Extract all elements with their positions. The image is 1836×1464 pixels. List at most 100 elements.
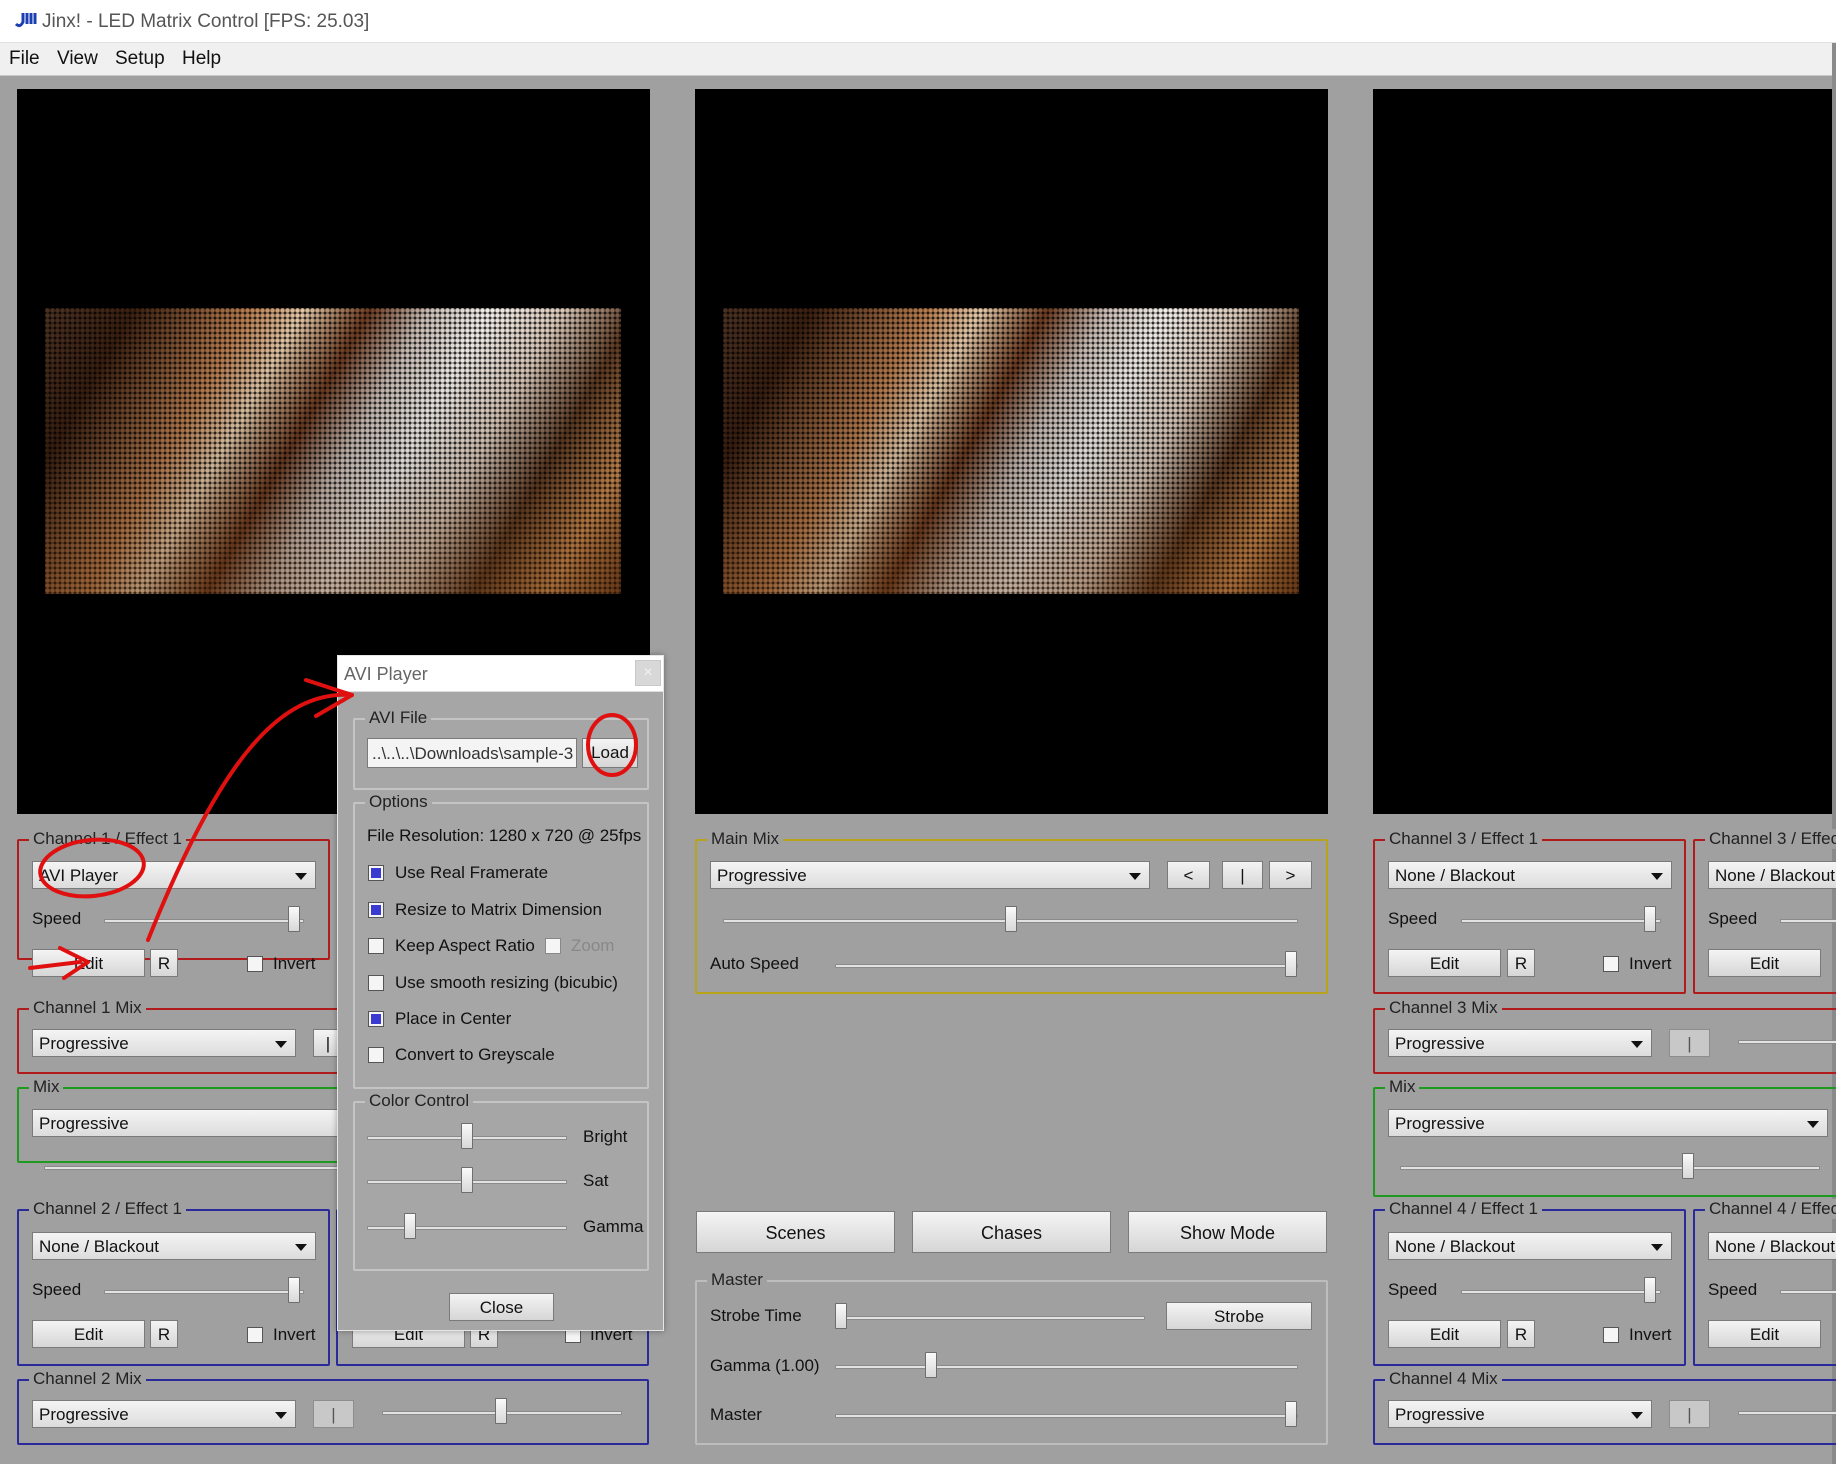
strobe-time-slider[interactable] [835,1316,1145,1320]
pause-button[interactable]: | [1669,1400,1710,1428]
speed-slider-thumb[interactable] [1644,906,1656,932]
channel-4-mix-slider[interactable] [1738,1411,1836,1415]
channel-2-mix-select[interactable]: Progressive [32,1400,296,1428]
close-icon[interactable]: × [635,660,661,686]
channel-3-mix-select[interactable]: Progressive [1388,1029,1652,1057]
smooth-resizing-checkbox[interactable] [368,975,384,991]
sat-slider-thumb[interactable] [461,1167,473,1193]
menu-file[interactable]: File [9,48,40,70]
chevron-down-icon [275,1412,287,1419]
bright-label: Bright [583,1127,628,1146]
channel-4-effect-select[interactable]: None / Blackout [1388,1232,1672,1260]
mix-select[interactable]: Progressive [32,1109,344,1137]
convert-to-greyscale-checkbox[interactable] [368,1047,384,1063]
channel-2-mix-slider-thumb[interactable] [495,1398,507,1424]
gamma-slider-thumb[interactable] [925,1352,937,1378]
master-slider[interactable] [835,1414,1298,1418]
resize-to-matrix-checkbox[interactable] [368,902,384,918]
mix-group-right: Mix [1373,1077,1836,1197]
window-title: Jinx! - LED Matrix Control [FPS: 25.03] [42,11,370,32]
speed-slider[interactable] [1780,1290,1836,1294]
channel-2-effect-select[interactable]: None / Blackout [32,1232,316,1260]
sat-label: Sat [583,1171,609,1190]
main-mix-slider-thumb[interactable] [1005,906,1017,932]
edit-button[interactable]: Edit [1708,1320,1821,1348]
avi-player-dialog: AVI Player × AVI File ..\..\..\Downloads… [337,655,664,1331]
speed-slider[interactable] [1461,919,1661,923]
speed-label: Speed [32,909,82,928]
gamma-slider[interactable] [367,1226,567,1230]
group-legend: AVI File [365,708,432,728]
channel-1-effect-select[interactable]: AVI Player [32,861,316,889]
combo-value: None / Blackout [1715,1237,1836,1256]
speed-slider[interactable] [104,919,304,923]
show-mode-button[interactable]: Show Mode [1128,1211,1327,1253]
mix-slider-right-thumb[interactable] [1682,1153,1694,1179]
group-legend: Color Control [365,1091,474,1111]
master-slider-thumb[interactable] [1285,1401,1297,1427]
bright-slider-thumb[interactable] [461,1123,473,1149]
pause-button[interactable]: | [1669,1029,1710,1057]
strobe-button[interactable]: Strobe [1166,1302,1312,1330]
main-mix-select[interactable]: Progressive [710,861,1150,889]
auto-speed-slider[interactable] [835,964,1298,968]
invert-checkbox[interactable] [247,956,263,972]
combo-value: Progressive [39,1405,129,1424]
speed-label: Speed [32,1280,82,1299]
pause-button[interactable]: | [313,1400,354,1428]
group-legend: Channel 3 Mix [1385,998,1502,1018]
chevron-down-icon [295,1244,307,1251]
menu-setup[interactable]: Setup [115,48,165,70]
invert-checkbox[interactable] [1603,1327,1619,1343]
group-legend: Master [707,1270,767,1290]
group-legend: Channel 2 Mix [29,1369,146,1389]
place-in-center-checkbox[interactable] [368,1011,384,1027]
gamma-slider-thumb[interactable] [404,1213,416,1239]
edit-button[interactable]: Edit [32,949,145,977]
use-real-framerate-checkbox[interactable] [368,865,384,881]
load-button[interactable]: Load [582,738,638,768]
combo-value: None / Blackout [1715,866,1836,885]
edit-button[interactable]: Edit [1388,1320,1501,1348]
edit-button[interactable]: Edit [1708,949,1821,977]
speed-slider[interactable] [1780,919,1836,923]
channel-3-mix-slider[interactable] [1738,1040,1836,1044]
menu-view[interactable]: View [57,48,98,70]
channel-1-mix-select[interactable]: Progressive [32,1029,296,1057]
channel-3-effect-select[interactable]: None / Blackout [1388,861,1672,889]
close-button[interactable]: Close [449,1293,554,1321]
gamma-slider[interactable] [835,1365,1298,1369]
channel-4-effect-2-select[interactable]: None / Blackout [1708,1232,1836,1260]
invert-checkbox[interactable] [1603,956,1619,972]
mix-slider-right[interactable] [1400,1166,1820,1170]
speed-slider-thumb[interactable] [288,906,300,932]
keep-aspect-ratio-checkbox[interactable] [368,938,384,954]
zoom-checkbox[interactable] [545,938,561,954]
next-button[interactable]: > [1269,861,1312,889]
chases-button[interactable]: Chases [912,1211,1111,1253]
edit-button[interactable]: Edit [1388,949,1501,977]
mix-select-right[interactable]: Progressive [1388,1109,1828,1137]
reset-button[interactable]: R [150,949,178,977]
speed-slider[interactable] [104,1290,304,1294]
reset-button[interactable]: R [150,1320,178,1348]
speed-slider-thumb[interactable] [1644,1277,1656,1303]
invert-checkbox[interactable] [247,1327,263,1343]
avi-file-path-input[interactable]: ..\..\..\Downloads\sample-3 [367,738,577,768]
channel-4-mix-select[interactable]: Progressive [1388,1400,1652,1428]
reset-button[interactable]: R [1507,1320,1535,1348]
mix-slider[interactable] [44,1166,344,1170]
previous-button[interactable]: < [1167,861,1210,889]
edit-button[interactable]: Edit [32,1320,145,1348]
combo-value: Progressive [717,866,807,885]
reset-button[interactable]: R [1507,949,1535,977]
scenes-button[interactable]: Scenes [696,1211,895,1253]
menu-help[interactable]: Help [182,48,221,70]
channel-3-effect-2-select[interactable]: None / Blackout [1708,861,1836,889]
strobe-time-slider-thumb[interactable] [835,1303,847,1329]
pause-button[interactable]: | [1222,861,1263,889]
auto-speed-slider-thumb[interactable] [1285,951,1297,977]
speed-slider-thumb[interactable] [288,1277,300,1303]
speed-slider[interactable] [1461,1290,1661,1294]
resize-to-matrix-label: Resize to Matrix Dimension [395,900,602,919]
